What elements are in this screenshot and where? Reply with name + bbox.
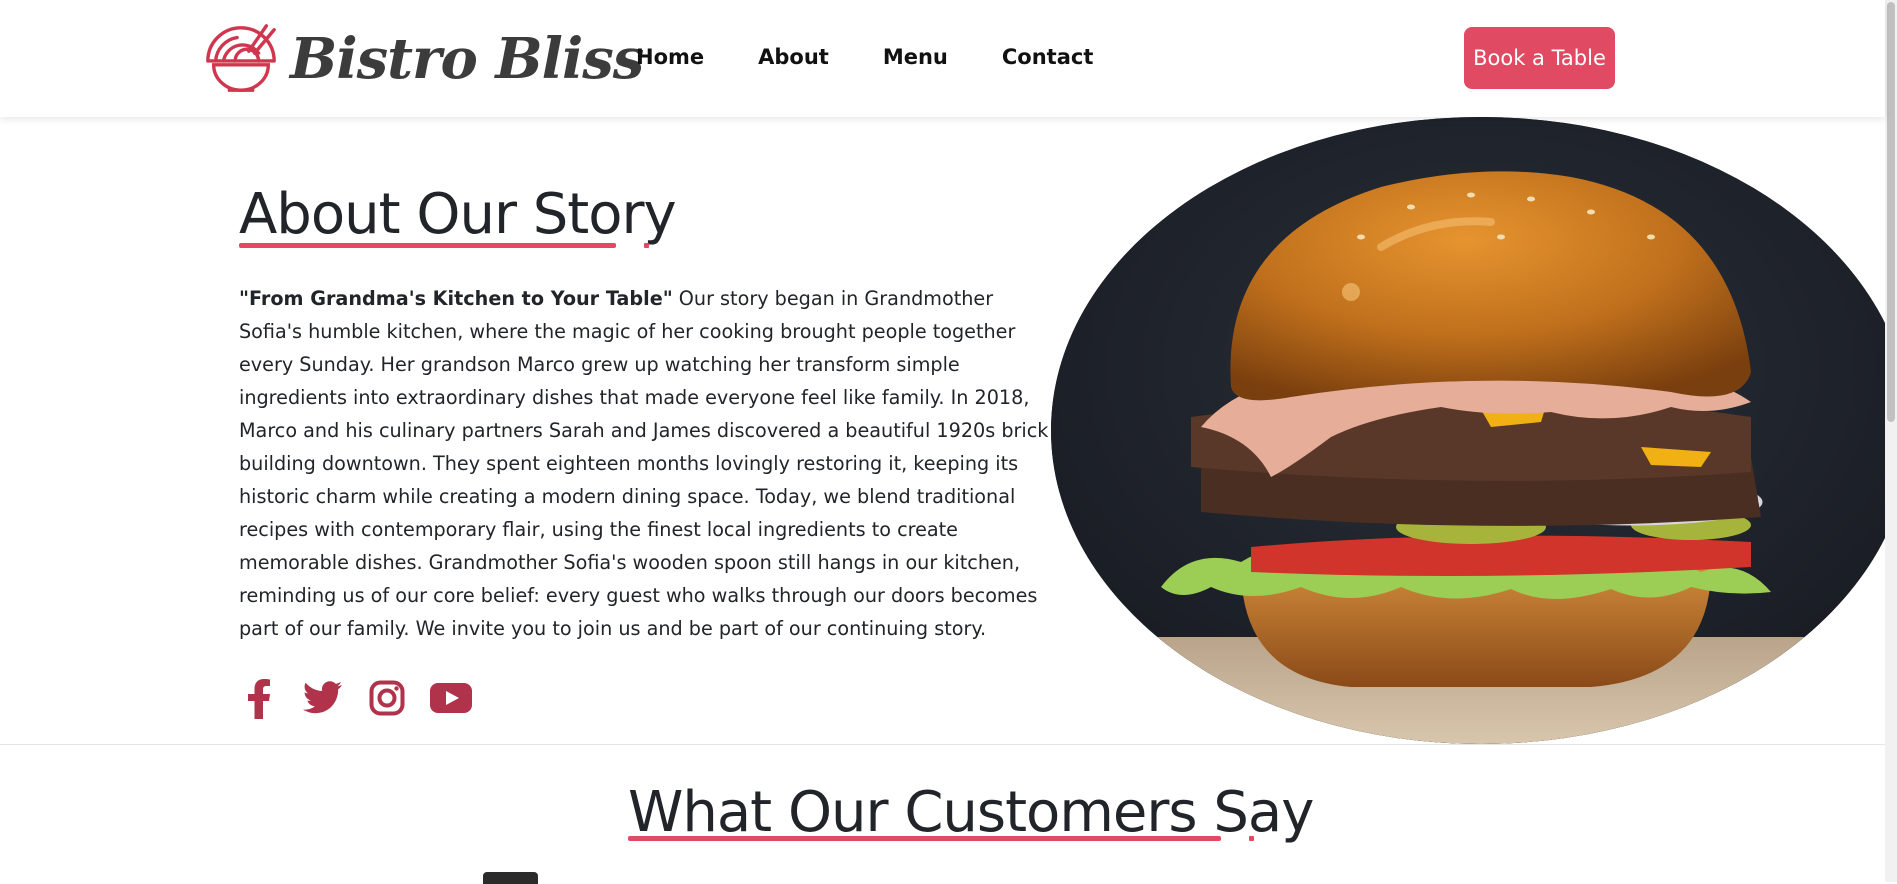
noodle-bowl-icon: [206, 24, 276, 92]
about-lead: "From Grandma's Kitchen to Your Table": [239, 287, 673, 310]
title-underline: [239, 243, 616, 248]
section-divider: [0, 744, 1885, 745]
facebook-icon[interactable]: [237, 676, 281, 720]
nav-menu[interactable]: Menu: [883, 45, 948, 69]
logo-text: Bistro Bliss: [290, 26, 644, 92]
about-story-text: "From Grandma's Kitchen to Your Table" O…: [239, 282, 1051, 645]
twitter-icon[interactable]: [301, 676, 345, 720]
instagram-icon[interactable]: [365, 676, 409, 720]
title-underline-dot: [644, 243, 649, 248]
page-scrollbar[interactable]: [1885, 0, 1897, 882]
youtube-icon[interactable]: [429, 676, 473, 720]
main-nav: Home About Menu Contact: [636, 45, 1147, 69]
logo[interactable]: Bistro Bliss: [202, 20, 644, 98]
about-title: About Our Story: [239, 182, 677, 247]
nav-contact[interactable]: Contact: [1002, 45, 1094, 69]
testimonial-card-peek: [483, 872, 538, 884]
nav-about[interactable]: About: [758, 45, 829, 69]
testimonials-underline: [628, 836, 1221, 841]
social-links: [237, 676, 493, 720]
book-table-button[interactable]: Book a Table: [1464, 27, 1615, 89]
site-header: Bistro Bliss Home About Menu Contact Boo…: [0, 0, 1885, 117]
scrollbar-thumb[interactable]: [1887, 2, 1895, 422]
testimonials-underline-dot: [1249, 836, 1254, 841]
about-body: Our story began in Grandmother Sofia's h…: [239, 287, 1049, 640]
burger-image: [1051, 117, 1897, 744]
nav-home[interactable]: Home: [636, 45, 704, 69]
